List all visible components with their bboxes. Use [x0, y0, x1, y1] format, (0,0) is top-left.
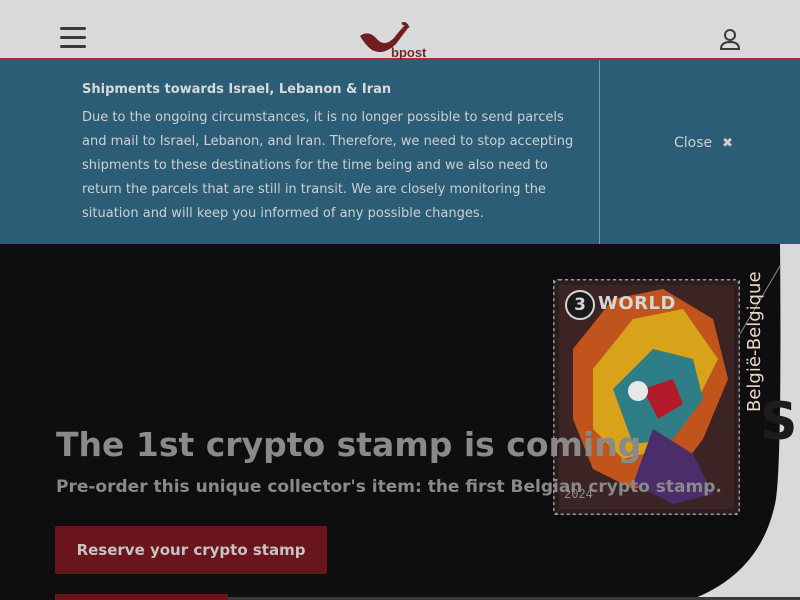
hamburger-menu-icon[interactable] — [60, 27, 86, 49]
alert-title: Shipments towards Israel, Lebanon & Iran — [82, 82, 392, 97]
stamp-world-label: WORLD — [598, 293, 676, 314]
partial-heading-letter: S — [760, 392, 798, 452]
alert-close-label: Close — [674, 135, 713, 151]
hero-subtitle: Pre-order this unique collector's item: … — [56, 477, 722, 497]
logo-text: bpost — [391, 45, 427, 60]
active-tab-indicator — [55, 594, 228, 600]
site-header: bpost — [0, 0, 800, 60]
alert-close-button[interactable]: Close ✖ — [674, 135, 733, 151]
alert-banner: Shipments towards Israel, Lebanon & Iran… — [0, 60, 800, 244]
close-icon: ✖ — [722, 135, 734, 151]
alert-divider — [599, 60, 600, 244]
hero-title: The 1st crypto stamp is coming — [56, 425, 642, 464]
bpost-logo[interactable]: bpost — [358, 22, 428, 62]
stamp-value: 3 — [565, 290, 595, 320]
reserve-stamp-button[interactable]: Reserve your crypto stamp — [55, 526, 327, 574]
stamp-country-label: België-Belgique — [744, 271, 765, 412]
user-account-icon[interactable] — [718, 27, 742, 51]
alert-body: Due to the ongoing circumstances, it is … — [82, 110, 574, 221]
